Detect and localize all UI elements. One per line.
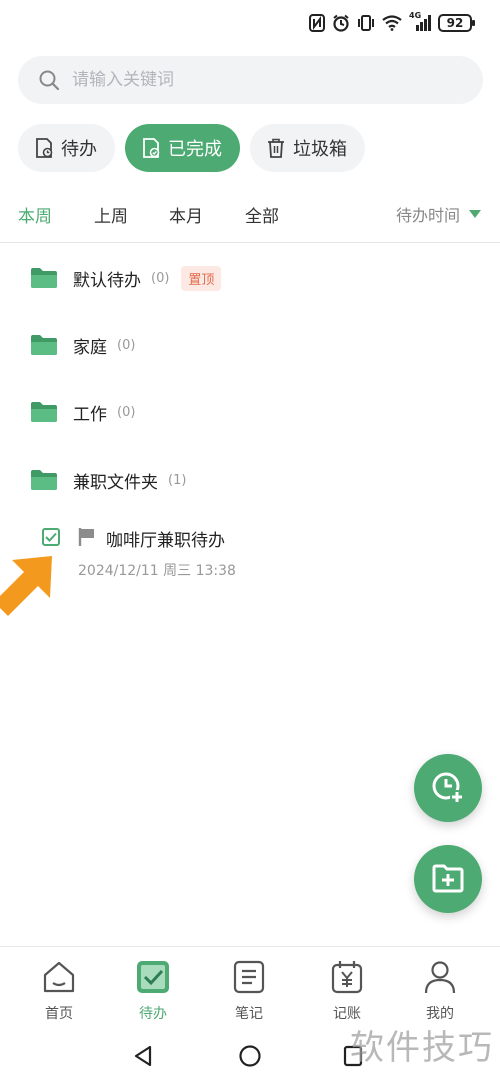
divider [0,242,500,243]
folder-count: (1) [168,472,187,488]
bottom-nav: 首页 待办 笔记 记账 我的 [0,946,500,1026]
folder-name: 工作 [73,404,107,425]
folder-count: (0) [117,337,136,353]
vibrate-icon [358,15,374,31]
nav-todo-label: 待办 [139,1006,167,1022]
caret-down-icon [469,210,481,218]
folder-icon [30,401,58,423]
wifi-icon [382,15,402,31]
folder-name: 默认待办 [73,270,141,291]
pinned-badge: 置顶 [181,265,222,291]
category-chips: 待办 已完成 垃圾箱 [18,124,365,172]
folder-count: (0) [151,270,170,286]
back-icon[interactable] [132,1044,154,1068]
folder-name: 兼职文件夹 [73,472,158,493]
status-bar: 4G 92 [0,0,500,48]
profile-icon [424,961,456,994]
done-doc-icon [140,137,162,159]
nav-notes[interactable]: 笔记 [219,959,279,1023]
period-tabs: 本周 上周 本月 全部 待办时间 [0,190,500,236]
check-icon [45,532,57,542]
battery-indicator: 92 [438,14,475,32]
sort-label: 待办时间 [395,206,460,225]
add-reminder-button[interactable] [414,754,482,822]
folder-icon [30,469,58,491]
bookkeeping-icon [331,961,363,994]
chip-completed[interactable]: 已完成 [125,124,240,172]
tab-all[interactable]: 全部 [245,202,279,227]
chip-todo[interactable]: 待办 [18,124,115,172]
sort-dropdown[interactable]: 待办时间 [396,202,482,226]
home-circle-icon[interactable] [238,1044,262,1068]
battery-level: 92 [446,16,464,30]
signal-4g-icon: 4G [409,11,431,32]
add-folder-button[interactable] [414,845,482,913]
tab-this-month[interactable]: 本月 [169,202,203,227]
task-time: 2024/12/11 周三 13:38 [78,563,236,579]
flag-icon[interactable] [78,527,96,547]
search-icon [39,70,60,91]
chip-completed-label: 已完成 [168,139,222,160]
annotation-arrow [0,556,52,616]
search-input[interactable] [72,70,432,90]
folder-item[interactable]: 默认待办 (0) 置顶 [30,258,222,298]
folder-icon [30,267,58,289]
nav-notes-label: 笔记 [235,1006,263,1022]
tab-this-week[interactable]: 本周 [18,202,52,227]
nav-home-label: 首页 [45,1006,73,1022]
folder-icon [30,334,58,356]
nav-bookkeeping[interactable]: 记账 [317,959,377,1023]
watermark: 软件技巧 [350,1028,494,1068]
notes-icon [233,960,265,994]
todo-check-icon [137,961,169,993]
network-type-label: 4G [409,11,422,20]
nav-todo[interactable]: 待办 [123,959,183,1023]
chip-trash-label: 垃圾箱 [293,139,347,160]
chip-todo-label: 待办 [61,139,97,160]
task-checkbox[interactable] [42,528,60,546]
home-icon [43,961,75,993]
status-icons: 4G 92 [309,11,475,32]
search-bar[interactable] [18,56,483,104]
trash-icon [265,137,287,159]
alarm-icon [333,14,349,32]
todo-doc-icon [33,137,55,159]
task-title: 咖啡厅兼职待办 [106,531,225,551]
nav-profile[interactable]: 我的 [410,959,470,1023]
chip-trash[interactable]: 垃圾箱 [250,124,365,172]
clock-add-icon [432,772,464,804]
tab-last-week[interactable]: 上周 [94,202,128,227]
folder-item[interactable]: 工作 (0) [30,392,135,432]
folder-name: 家庭 [73,337,107,358]
nfc-icon [309,14,325,32]
folder-add-icon [432,864,464,893]
folder-count: (0) [117,404,136,420]
nav-home[interactable]: 首页 [29,959,89,1023]
folder-item[interactable]: 兼职文件夹 (1) [30,460,186,500]
folder-item[interactable]: 家庭 (0) [30,325,135,365]
